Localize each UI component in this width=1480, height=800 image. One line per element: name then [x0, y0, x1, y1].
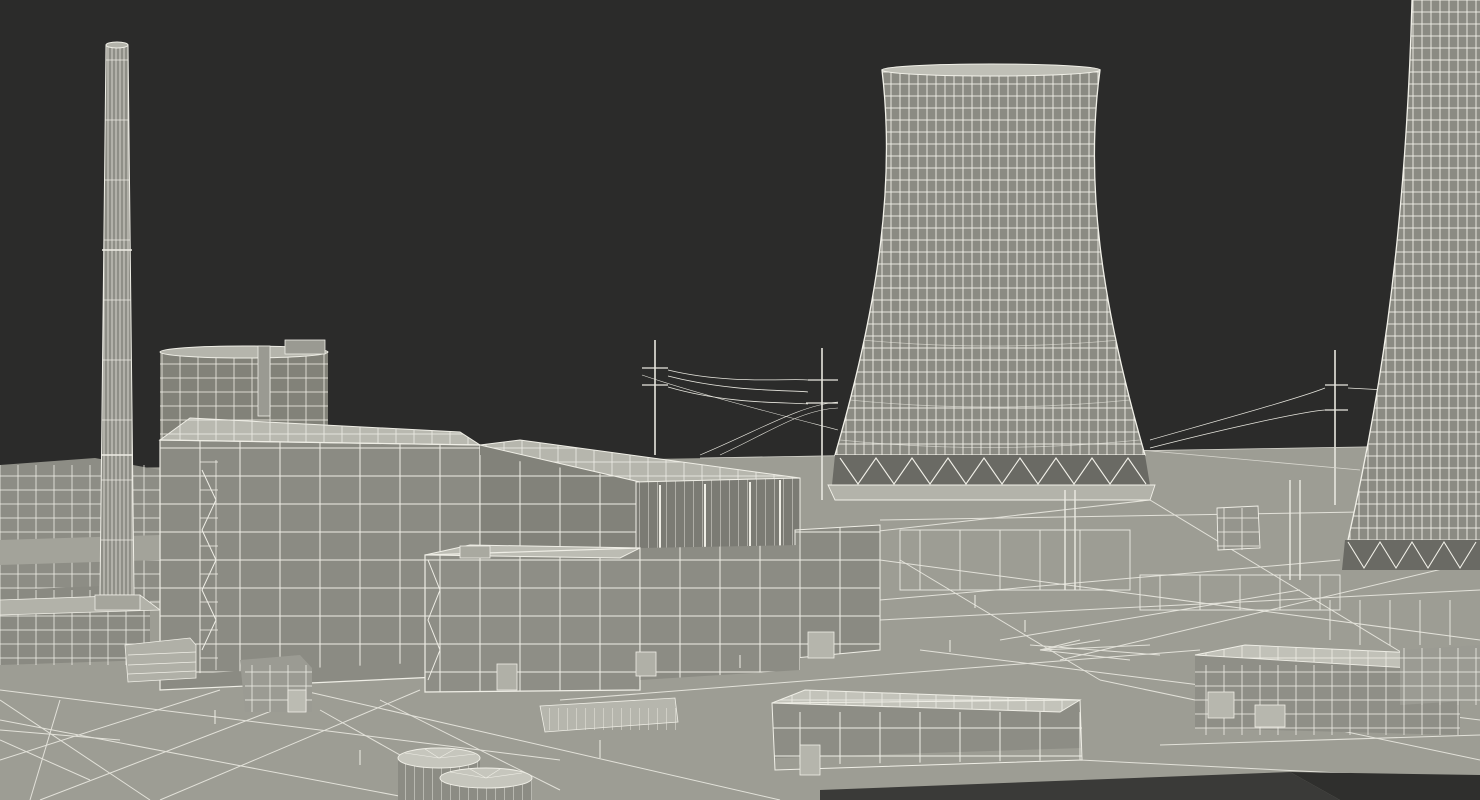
auxiliary-buildings-left — [0, 458, 162, 665]
annex-building — [424, 544, 641, 693]
render-viewport — [0, 0, 1480, 800]
auxiliary-building-right — [1194, 644, 1480, 735]
control-kiosk — [1216, 505, 1261, 551]
wireframe-render — [0, 0, 1480, 800]
